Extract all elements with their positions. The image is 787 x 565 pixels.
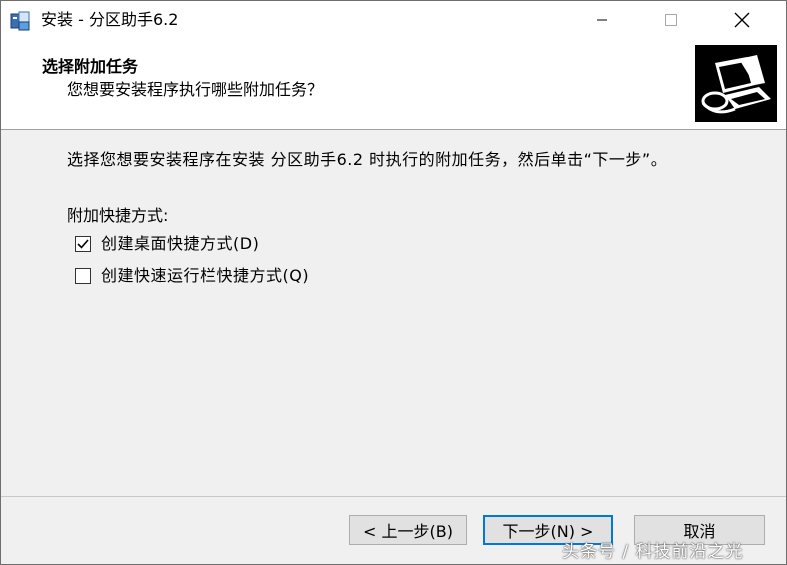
maximize-icon xyxy=(665,14,677,26)
checkmark-icon xyxy=(77,239,89,249)
maximize-button[interactable] xyxy=(648,1,694,39)
page-subtitle: 您想要安装程序执行哪些附加任务？ xyxy=(67,80,324,99)
minimize-button[interactable] xyxy=(579,1,625,39)
quicklaunch-shortcut-checkbox[interactable] xyxy=(75,268,91,284)
installer-app-icon xyxy=(10,11,30,31)
watermark-text: 头条号 / 科技前沿之光 xyxy=(562,542,744,562)
wizard-header: 选择附加任务 您想要安装程序执行哪些附加任务？ xyxy=(1,39,786,130)
instructions-text: 选择您想要安装程序在安装 分区助手6.2 时执行的附加任务，然后单击“下一步”。 xyxy=(67,150,668,169)
installer-computer-icon xyxy=(695,45,777,122)
desktop-shortcut-option[interactable]: 创建桌面快捷方式(D) xyxy=(75,234,259,254)
minimize-icon xyxy=(597,19,607,21)
close-icon xyxy=(734,12,750,28)
shortcut-group-label: 附加快捷方式: xyxy=(67,206,169,225)
title-bar[interactable]: 安装 - 分区助手6.2 xyxy=(1,1,786,39)
back-button[interactable]: < 上一步(B) xyxy=(349,515,467,545)
desktop-shortcut-checkbox[interactable] xyxy=(75,236,91,252)
page-title: 选择附加任务 xyxy=(42,57,139,76)
footer-divider xyxy=(1,496,786,497)
quicklaunch-shortcut-label[interactable]: 创建快速运行栏快捷方式(Q) xyxy=(101,266,309,286)
window-title: 安装 - 分区助手6.2 xyxy=(41,10,179,29)
installer-window: 安装 - 分区助手6.2 选择附加任务 您想要安装程序执行哪些附加任务？ 选择您 xyxy=(0,0,787,565)
close-button[interactable] xyxy=(719,1,765,39)
desktop-shortcut-label[interactable]: 创建桌面快捷方式(D) xyxy=(101,234,259,254)
quicklaunch-shortcut-option[interactable]: 创建快速运行栏快捷方式(Q) xyxy=(75,266,309,286)
